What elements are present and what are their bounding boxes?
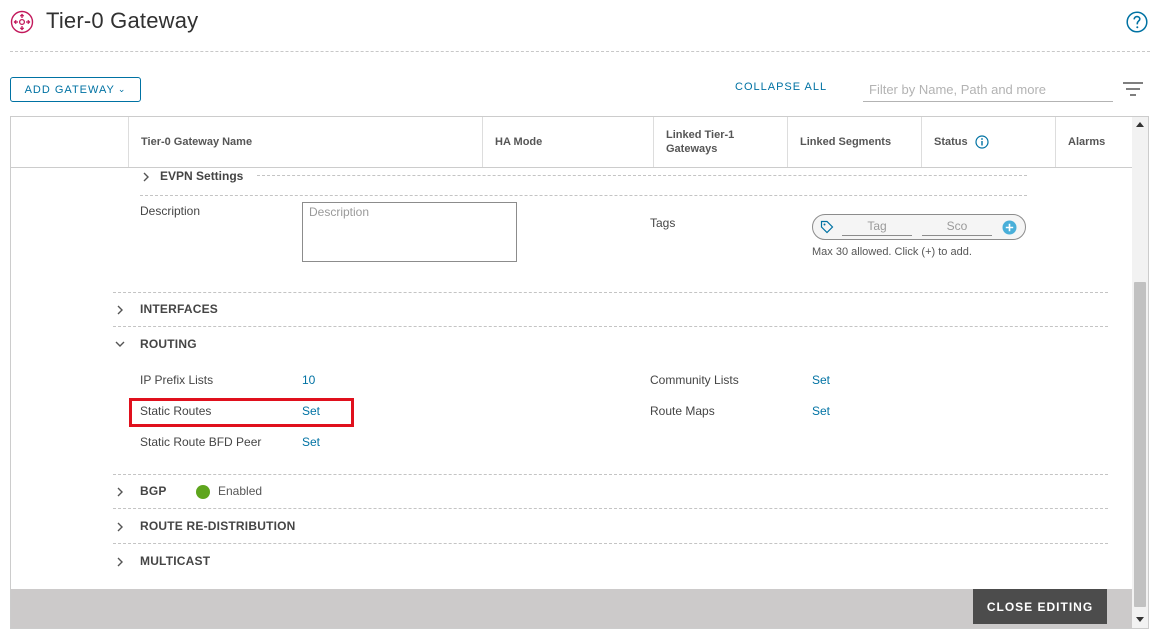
gateway-grid: Tier-0 Gateway Name HA Mode Linked Tier-…	[10, 116, 1149, 629]
section-routing[interactable]: ROUTING	[140, 337, 197, 351]
status-dot	[196, 485, 210, 499]
filter-icon[interactable]	[1122, 82, 1144, 96]
divider	[257, 175, 1027, 176]
column-header-ha-mode[interactable]: HA Mode	[482, 117, 653, 167]
scroll-down-arrow-icon[interactable]	[1136, 617, 1144, 622]
column-header-name[interactable]: Tier-0 Gateway Name	[128, 117, 482, 167]
scope-field[interactable]	[922, 217, 992, 236]
divider	[113, 292, 1108, 293]
static-route-bfd-peer-link[interactable]: Set	[302, 435, 320, 449]
column-header-alarms[interactable]: Alarms	[1055, 117, 1132, 167]
add-gateway-label: ADD GATEWAY	[24, 83, 115, 96]
page-header: Tier-0 Gateway	[0, 0, 1162, 52]
chevron-right-icon[interactable]	[115, 305, 125, 315]
evpn-settings-label[interactable]: EVPN Settings	[160, 169, 243, 183]
route-maps-label: Route Maps	[650, 404, 715, 418]
section-bgp[interactable]: BGP	[140, 484, 167, 498]
chevron-right-icon[interactable]	[141, 172, 151, 182]
ip-prefix-lists-label: IP Prefix Lists	[140, 373, 214, 387]
column-header-linked-tier1[interactable]: Linked Tier-1 Gateways	[653, 117, 787, 167]
description-field[interactable]	[302, 202, 517, 262]
divider	[113, 508, 1108, 509]
page-title: Tier-0 Gateway	[46, 8, 199, 33]
grid-header: Tier-0 Gateway Name HA Mode Linked Tier-…	[11, 117, 1132, 168]
divider	[113, 326, 1108, 327]
bgp-status: Enabled	[218, 484, 263, 498]
close-editing-button[interactable]: CLOSE EDITING	[973, 589, 1107, 624]
scroll-up-arrow-icon[interactable]	[1136, 122, 1144, 127]
column-header-status[interactable]: Status	[921, 117, 1055, 167]
tags-label: Tags	[650, 216, 676, 230]
add-tag-icon[interactable]	[1002, 220, 1017, 235]
vertical-scrollbar[interactable]	[1132, 117, 1148, 628]
chevron-down-icon: ⌄	[117, 84, 127, 94]
chevron-right-icon[interactable]	[115, 522, 125, 532]
scrollbar-thumb[interactable]	[1134, 282, 1146, 607]
ip-prefix-lists-link[interactable]: 10	[302, 373, 315, 387]
tags-hint: Max 30 allowed. Click (+) to add.	[812, 246, 972, 258]
divider	[140, 195, 1027, 196]
highlight-box	[129, 398, 354, 427]
description-label: Description	[140, 204, 201, 218]
header-divider	[10, 51, 1150, 52]
add-gateway-button[interactable]: ADD GATEWAY ⌄	[10, 77, 141, 102]
section-route-redistribution[interactable]: ROUTE RE-DISTRIBUTION	[140, 519, 296, 533]
divider	[113, 474, 1108, 475]
help-icon[interactable]	[1126, 11, 1148, 33]
static-route-bfd-peer-label: Static Route BFD Peer	[140, 435, 262, 449]
community-lists-label: Community Lists	[650, 373, 739, 387]
tag-icon	[820, 220, 834, 234]
tag-field[interactable]	[842, 217, 912, 236]
editing-action-bar: CLOSE EDITING	[11, 589, 1132, 628]
filter-input[interactable]	[863, 78, 1113, 102]
section-interfaces[interactable]: INTERFACES	[140, 302, 218, 316]
info-icon[interactable]	[975, 135, 989, 149]
section-multicast[interactable]: MULTICAST	[140, 554, 210, 568]
chevron-right-icon[interactable]	[115, 557, 125, 567]
route-maps-link[interactable]: Set	[812, 404, 830, 418]
column-header-linked-segments[interactable]: Linked Segments	[787, 117, 921, 167]
chevron-down-icon[interactable]	[115, 339, 125, 349]
chevron-right-icon[interactable]	[115, 487, 125, 497]
community-lists-link[interactable]: Set	[812, 373, 830, 387]
tag-input-group	[812, 214, 1026, 240]
collapse-all-link[interactable]: COLLAPSE ALL	[735, 81, 827, 93]
divider	[113, 543, 1108, 544]
tier0-gateway-icon	[10, 10, 34, 34]
